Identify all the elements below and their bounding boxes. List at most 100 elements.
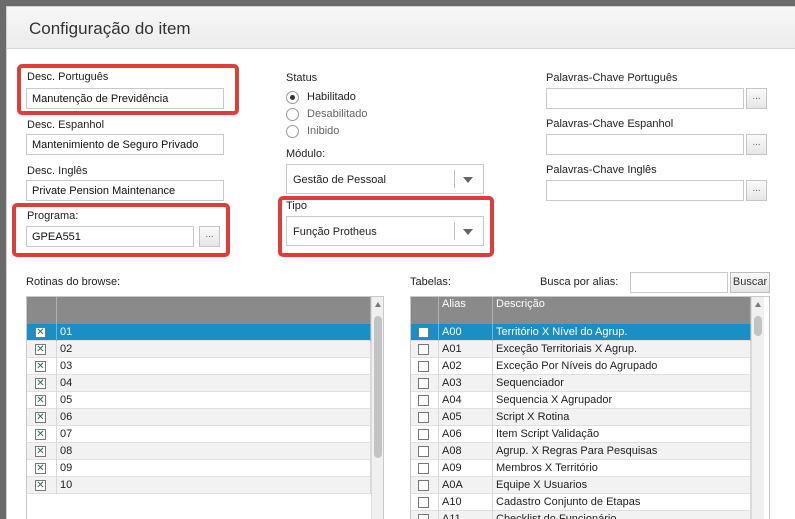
table-row[interactable]: ✕ 09 xyxy=(27,460,371,477)
checkbox-checked-icon[interactable]: ✕ xyxy=(35,378,46,389)
checkbox-checked-icon[interactable]: ✕ xyxy=(35,327,46,338)
tabelas-label: Tabelas: xyxy=(410,276,451,288)
keywords-es-label: Palavras-Chave Espanhol xyxy=(546,118,674,130)
descricao-cell: Membros X Território xyxy=(493,460,751,477)
checkbox-unchecked-icon[interactable] xyxy=(418,514,429,519)
row-value: 10 xyxy=(57,477,371,494)
desc-pt-field[interactable]: Manutenção de Previdência xyxy=(26,88,224,109)
status-label: Status xyxy=(286,72,318,84)
browse-scrollbar[interactable] xyxy=(371,297,383,519)
keywords-es-lookup-button[interactable]: ... xyxy=(746,134,767,155)
descricao-cell: Agrup. X Regras Para Pesquisas xyxy=(493,443,751,460)
scroll-up-icon[interactable] xyxy=(375,302,381,307)
descricao-cell: Exceção Por Níveis do Agrupado xyxy=(493,358,751,375)
tables-scrollbar[interactable] xyxy=(751,297,764,519)
browse-grid-header xyxy=(27,297,371,324)
table-row[interactable]: A09 Membros X Território xyxy=(411,460,751,477)
row-value: 05 xyxy=(57,392,371,409)
checkbox-unchecked-icon[interactable] xyxy=(418,446,429,457)
programa-label: Programa: xyxy=(27,210,79,222)
modulo-select[interactable]: Gestão de Pessoal xyxy=(286,164,484,194)
scroll-thumb[interactable] xyxy=(754,316,762,336)
descricao-cell: Exceção Territoriais X Agrup. xyxy=(493,341,751,358)
table-row[interactable]: ✕ 03 xyxy=(27,358,371,375)
item-config-dialog: Configuração do item Desc. Português Man… xyxy=(6,6,795,519)
table-row[interactable]: ✕ 01 xyxy=(27,324,371,341)
checkbox-unchecked-icon[interactable] xyxy=(418,429,429,440)
checkbox-checked-icon[interactable]: ✕ xyxy=(35,395,46,406)
checkbox-unchecked-icon[interactable] xyxy=(418,412,429,423)
column-header-descricao[interactable]: Descrição xyxy=(493,297,751,324)
keywords-pt-field[interactable] xyxy=(546,88,744,109)
modulo-label: Módulo: xyxy=(286,148,326,160)
programa-field[interactable]: GPEA551 xyxy=(26,226,194,247)
tipo-select[interactable]: Função Protheus xyxy=(286,216,484,246)
table-row[interactable]: A11 Checklist do Funcionário xyxy=(411,511,751,519)
alias-cell: A0A xyxy=(439,477,493,494)
alias-search-input[interactable] xyxy=(630,272,728,293)
alias-cell: A04 xyxy=(439,392,493,409)
table-row[interactable]: A02 Exceção Por Níveis do Agrupado xyxy=(411,358,751,375)
browse-label: Rotinas do browse: xyxy=(26,276,121,288)
scroll-thumb[interactable] xyxy=(374,316,382,458)
table-row[interactable]: ✕ 10 xyxy=(27,477,371,494)
checkbox-unchecked-icon[interactable] xyxy=(418,361,429,372)
table-row[interactable]: A06 Item Script Validação xyxy=(411,426,751,443)
table-row[interactable]: A0A Equipe X Usuarios xyxy=(411,477,751,494)
keywords-es-field[interactable] xyxy=(546,134,744,155)
scroll-up-icon[interactable] xyxy=(755,302,761,307)
row-value: 06 xyxy=(57,409,371,426)
checkbox-checked-icon[interactable]: ✕ xyxy=(35,429,46,440)
desc-pt-label: Desc. Português xyxy=(27,71,109,83)
descricao-cell: Equipe X Usuarios xyxy=(493,477,751,494)
checkbox-checked-icon[interactable]: ✕ xyxy=(35,361,46,372)
checkbox-unchecked-icon[interactable] xyxy=(418,395,429,406)
checkbox-unchecked-icon[interactable] xyxy=(418,378,429,389)
radio-checked-icon xyxy=(286,91,299,104)
table-row[interactable]: A03 Sequenciador xyxy=(411,375,751,392)
table-row[interactable]: ✕ 05 xyxy=(27,392,371,409)
checkbox-unchecked-icon[interactable] xyxy=(418,497,429,508)
checkbox-checked-icon[interactable]: ✕ xyxy=(35,412,46,423)
keywords-en-label: Palavras-Chave Inglês xyxy=(546,164,657,176)
checkbox-unchecked-icon[interactable] xyxy=(418,480,429,491)
alias-cell: A00 xyxy=(439,324,493,341)
desc-es-field[interactable]: Mantenimiento de Seguro Privado xyxy=(26,134,224,155)
table-row[interactable]: A05 Script X Rotina xyxy=(411,409,751,426)
browse-grid: ✕ 01 ✕ 02 ✕ 03 ✕ 04 ✕ 05 ✕ 06 ✕ 07 ✕ 08 ✕ 09 ✕ 10 xyxy=(26,296,384,519)
table-row[interactable]: A04 Sequencia X Agrupador xyxy=(411,392,751,409)
descricao-cell: Item Script Validação xyxy=(493,426,751,443)
table-row[interactable]: ✕ 06 xyxy=(27,409,371,426)
checkbox-unchecked-icon[interactable] xyxy=(418,327,429,338)
table-row[interactable]: ✕ 07 xyxy=(27,426,371,443)
keywords-en-lookup-button[interactable]: ... xyxy=(746,180,767,201)
column-header-alias[interactable]: Alias xyxy=(439,297,493,324)
alias-cell: A06 xyxy=(439,426,493,443)
alias-search-button[interactable]: Buscar xyxy=(730,272,770,293)
radio-unchecked-icon xyxy=(286,125,299,138)
row-value: 01 xyxy=(57,324,371,341)
keywords-pt-lookup-button[interactable]: ... xyxy=(746,88,767,109)
tipo-label: Tipo xyxy=(286,200,307,212)
checkbox-unchecked-icon[interactable] xyxy=(418,344,429,355)
checkbox-checked-icon[interactable]: ✕ xyxy=(35,344,46,355)
table-row[interactable]: ✕ 02 xyxy=(27,341,371,358)
table-row[interactable]: ✕ 04 xyxy=(27,375,371,392)
row-value: 02 xyxy=(57,341,371,358)
chevron-down-icon xyxy=(463,177,473,183)
checkbox-checked-icon[interactable]: ✕ xyxy=(35,446,46,457)
chevron-down-icon xyxy=(463,229,473,235)
keywords-pt-label: Palavras-Chave Português xyxy=(546,72,678,84)
table-row[interactable]: A10 Cadastro Conjunto de Etapas xyxy=(411,494,751,511)
table-row[interactable]: A01 Exceção Territoriais X Agrup. xyxy=(411,341,751,358)
table-row[interactable]: A08 Agrup. X Regras Para Pesquisas xyxy=(411,443,751,460)
programa-lookup-button[interactable]: ... xyxy=(199,226,220,247)
table-row[interactable]: ✕ 08 xyxy=(27,443,371,460)
checkbox-checked-icon[interactable]: ✕ xyxy=(35,480,46,491)
keywords-en-field[interactable] xyxy=(546,180,744,201)
alias-cell: A01 xyxy=(439,341,493,358)
desc-en-field[interactable]: Private Pension Maintenance xyxy=(26,180,224,201)
checkbox-checked-icon[interactable]: ✕ xyxy=(35,463,46,474)
table-row[interactable]: A00 Território X Nível do Agrup. xyxy=(411,324,751,341)
checkbox-unchecked-icon[interactable] xyxy=(418,463,429,474)
